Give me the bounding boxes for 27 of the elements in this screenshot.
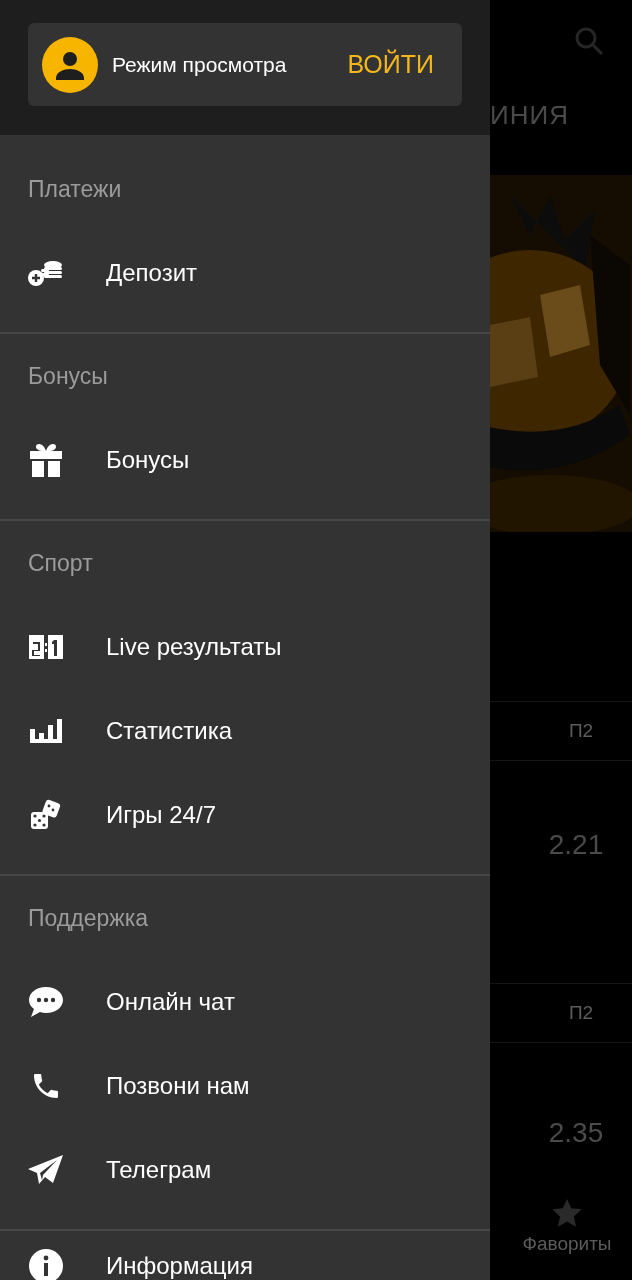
section-title: Поддержка [28,904,148,932]
chat-icon [28,986,64,1018]
menu-item[interactable]: Информация [0,1233,490,1280]
menu-item[interactable]: Игры 24/7 [0,773,490,857]
scoreboard-icon [29,635,63,659]
mode-label: Режим просмотра [112,52,288,77]
menu-item[interactable]: Live результаты [0,605,490,689]
section-title: Спорт [28,549,93,577]
menu-item[interactable]: Онлайн чат [0,960,490,1044]
star-icon[interactable] [552,1199,582,1227]
menu-item[interactable]: Депозит [0,231,490,315]
send-icon [28,1155,64,1185]
dice-icon [30,799,62,831]
coins-icon [27,259,65,287]
menu-item[interactable]: Позвони нам [0,1044,490,1128]
search-icon[interactable] [574,26,604,56]
avatar-icon [42,36,98,93]
section-title: Платежи [28,175,122,203]
column-header: П2 [568,1002,594,1024]
gift-icon [30,443,62,477]
bar-chart-icon [30,719,62,743]
menu-item[interactable]: Телеграм [0,1128,490,1212]
column-header: П2 [568,720,594,742]
login-button[interactable]: ВОЙТИ [333,50,448,79]
section-title: Бонусы [28,362,108,390]
menu-item[interactable]: Бонусы [0,418,490,502]
menu-item[interactable]: Статистика [0,689,490,773]
